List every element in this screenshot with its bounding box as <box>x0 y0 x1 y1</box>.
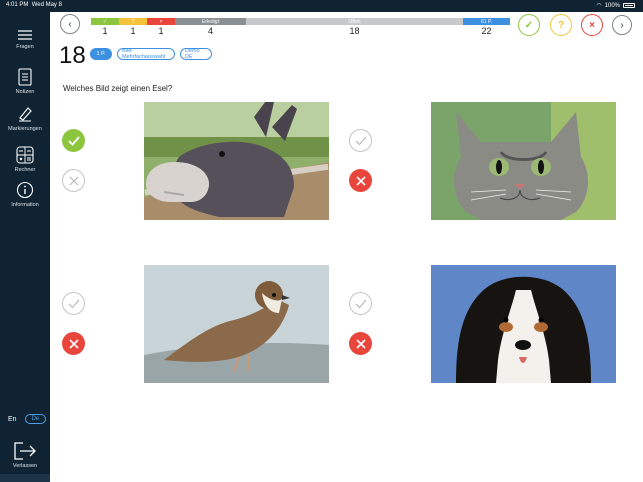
answer-2-correct-button[interactable] <box>349 129 372 152</box>
language-switch: En De <box>8 414 47 424</box>
count-open: 18 <box>349 26 360 36</box>
count-correct: 1 <box>102 26 108 36</box>
status-time: 4:01 PM Wed May 8 <box>6 2 62 8</box>
question-text: Welches Bild zeigt einen Esel? <box>63 84 173 93</box>
question-type-tag: Bild-Mehrfachauswahl <box>117 48 175 60</box>
demo-tag: Demo DE <box>180 48 212 60</box>
battery-indicator: ◠ 100% <box>596 2 635 9</box>
cross-icon <box>68 338 79 349</box>
cross-icon <box>69 176 78 185</box>
check-icon <box>67 135 80 146</box>
question-icon: ? <box>131 18 135 25</box>
sidebar-item-markierungen[interactable]: Markierungen <box>0 105 50 132</box>
answer-1-image[interactable] <box>144 102 329 220</box>
mark-unsure-button[interactable]: ? <box>550 14 572 36</box>
next-question-button[interactable]: › <box>612 15 632 35</box>
progress-correct-segment: ✓ <box>91 18 119 25</box>
progress-done-segment: Erledigt <box>175 18 246 25</box>
points-badge: 1 P. <box>90 48 112 60</box>
check-icon <box>355 299 366 308</box>
count-unsure: 1 <box>130 26 136 36</box>
notes-icon <box>18 68 32 86</box>
answer-4-wrong-button[interactable] <box>349 332 372 355</box>
status-bar: 4:01 PM Wed May 8 ◠ 100% <box>0 0 643 12</box>
answer-2-wrong-button[interactable] <box>349 169 372 192</box>
sidebar-item-information[interactable]: Information <box>0 181 50 208</box>
donkey-image <box>144 102 329 220</box>
cat-image <box>431 102 616 220</box>
check-icon <box>355 136 366 145</box>
sidebar: Fragen Notizen Markierungen Rechner Info… <box>0 12 50 482</box>
info-icon <box>16 181 34 199</box>
mark-wrong-button[interactable]: × <box>581 14 603 36</box>
count-wrong: 1 <box>158 26 164 36</box>
check-icon: ✓ <box>102 18 108 25</box>
answer-4-correct-button[interactable] <box>349 292 372 315</box>
progress-wrong-segment: × <box>147 18 175 25</box>
answer-3-wrong-button[interactable] <box>62 332 85 355</box>
sidebar-item-fragen[interactable]: Fragen <box>0 29 50 50</box>
answer-1-wrong-button[interactable] <box>62 169 85 192</box>
check-icon <box>68 299 79 308</box>
calculator-icon <box>16 146 34 164</box>
cross-icon <box>355 175 366 186</box>
progress-open-segment: Offen <box>246 18 463 25</box>
answer-4-image[interactable] <box>431 265 616 383</box>
sidebar-item-rechner[interactable]: Rechner <box>0 146 50 173</box>
question-number: 18 <box>59 42 86 69</box>
question-icon: ? <box>557 19 565 31</box>
sparrow-image <box>144 265 329 383</box>
cross-icon: × <box>159 18 163 25</box>
lang-en-option[interactable]: En <box>8 416 17 423</box>
answer-3-image[interactable] <box>144 265 329 383</box>
answer-3-correct-button[interactable] <box>62 292 85 315</box>
check-icon: ✓ <box>524 19 534 31</box>
progress-unsure-segment: ? <box>119 18 147 25</box>
prev-question-button[interactable]: ‹ <box>60 14 80 34</box>
highlighter-icon <box>19 107 32 122</box>
lang-de-option[interactable]: De <box>24 414 47 424</box>
home-indicator-bar <box>0 474 50 482</box>
dog-image <box>431 265 616 383</box>
battery-icon <box>623 3 635 8</box>
answer-2-image[interactable] <box>431 102 616 220</box>
exit-button[interactable]: Verlassen <box>0 442 50 469</box>
main-content: ‹ ✓ ? × Erledigt Offen 61 P. 1 1 1 4 18 … <box>50 12 643 482</box>
count-done: 4 <box>207 26 213 36</box>
chevron-left-icon: ‹ <box>68 18 72 30</box>
answer-1-correct-button[interactable] <box>62 129 85 152</box>
mark-correct-button[interactable]: ✓ <box>518 14 540 36</box>
exit-icon <box>14 442 36 460</box>
list-icon <box>18 30 32 40</box>
cross-icon <box>355 338 366 349</box>
count-points: 22 <box>481 26 492 36</box>
cross-icon: × <box>589 19 595 31</box>
progress-points-segment: 61 P. <box>463 18 510 25</box>
sidebar-item-notizen[interactable]: Notizen <box>0 68 50 95</box>
chevron-right-icon: › <box>620 19 624 31</box>
wifi-icon: ◠ <box>596 3 602 9</box>
